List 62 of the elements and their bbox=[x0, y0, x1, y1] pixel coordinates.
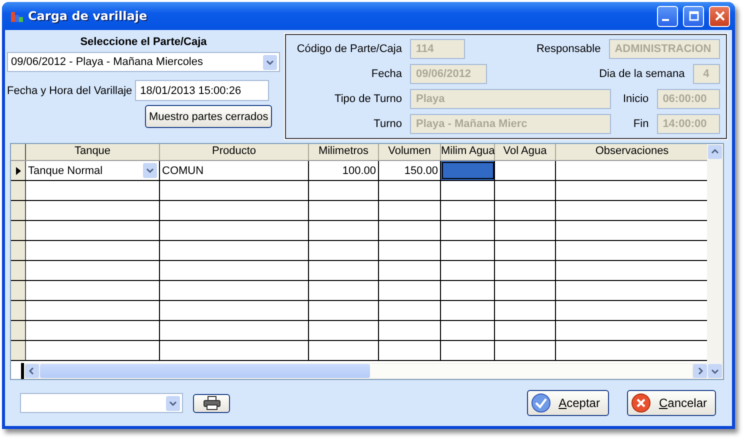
printer-icon bbox=[202, 396, 220, 410]
info-field: 114 bbox=[410, 38, 465, 58]
empty-table-row[interactable] bbox=[11, 261, 707, 281]
column-header[interactable]: Vol Agua bbox=[495, 144, 556, 160]
info-field: 09/06/2012 bbox=[410, 64, 487, 84]
close-icon bbox=[714, 11, 724, 21]
column-header[interactable]: Milim Agua bbox=[441, 144, 495, 160]
info-field: 06:00:00 bbox=[656, 89, 720, 110]
field-label: Inicio bbox=[623, 93, 649, 106]
field-label: Dia de la semana bbox=[599, 68, 685, 80]
column-header[interactable]: Volumen bbox=[379, 144, 441, 160]
bar-chart-icon bbox=[10, 9, 24, 23]
info-field: Playa - Mañana Mierc bbox=[410, 114, 611, 134]
close-icon bbox=[630, 393, 651, 413]
scroll-down-icon[interactable] bbox=[708, 364, 722, 378]
close-button[interactable] bbox=[709, 6, 730, 26]
field-label: Responsable bbox=[536, 42, 601, 54]
window-title: Carga de varillaje bbox=[28, 9, 148, 23]
cancel-button[interactable]: Cancelar bbox=[626, 390, 716, 416]
empty-table-row[interactable] bbox=[11, 281, 707, 301]
info-field: Playa bbox=[410, 89, 611, 110]
datetime-field[interactable]: 18/01/2013 15:00:26 bbox=[135, 80, 270, 101]
table-cell[interactable] bbox=[441, 161, 495, 180]
info-field: ADMINISTRACION bbox=[608, 38, 720, 58]
field-label: Fin bbox=[633, 118, 649, 130]
empty-table-row[interactable] bbox=[11, 301, 707, 321]
column-header[interactable]: Milimetros bbox=[309, 144, 379, 160]
field-label: Turno bbox=[372, 118, 402, 130]
scroll-left-icon[interactable] bbox=[25, 364, 39, 378]
scroll-thumb[interactable] bbox=[40, 364, 370, 378]
field-label: Código de Parte/Caja bbox=[296, 42, 402, 54]
table-cell[interactable]: 100.00 bbox=[309, 161, 379, 180]
scroll-up-icon[interactable] bbox=[708, 145, 722, 159]
horizontal-scrollbar[interactable] bbox=[11, 363, 707, 379]
datetime-label: Fecha y Hora del Varillaje bbox=[7, 84, 132, 96]
info-field: 14:00:00 bbox=[656, 114, 720, 134]
info-field: 4 bbox=[692, 64, 720, 84]
maximize-button[interactable] bbox=[683, 6, 704, 26]
closed-parts-button[interactable]: Muestro partes cerrados bbox=[145, 105, 272, 128]
scroll-right-icon[interactable] bbox=[693, 364, 707, 378]
table-cell[interactable]: Tanque Normal bbox=[26, 161, 160, 180]
checkmark-icon bbox=[530, 393, 551, 413]
section-heading: Seleccione el Parte/Caja bbox=[80, 36, 207, 48]
print-button[interactable] bbox=[193, 394, 230, 412]
empty-table-row[interactable] bbox=[11, 321, 707, 341]
table-cell[interactable]: COMUN bbox=[160, 161, 309, 180]
table-row[interactable]: Tanque Normal COMUN 100.00 150.00 bbox=[11, 161, 707, 181]
empty-table-row[interactable] bbox=[11, 241, 707, 261]
field-label: Fecha bbox=[370, 68, 402, 80]
vertical-scrollbar[interactable] bbox=[707, 144, 723, 379]
minimize-icon bbox=[662, 18, 669, 20]
accept-button[interactable]: Aceptar bbox=[526, 390, 609, 416]
maximize-icon bbox=[688, 11, 698, 21]
empty-table-row[interactable] bbox=[11, 201, 707, 221]
empty-table-row[interactable] bbox=[11, 341, 707, 361]
column-header[interactable]: Producto bbox=[160, 144, 309, 160]
parte-dropdown[interactable]: 09/06/2012 - Playa - Mañana Miercoles bbox=[7, 52, 280, 72]
minimize-button[interactable] bbox=[657, 6, 678, 26]
column-header[interactable]: Tanque bbox=[26, 144, 160, 160]
empty-table-row[interactable] bbox=[11, 181, 707, 201]
field-label: Tipo de Turno bbox=[334, 93, 402, 106]
empty-table-row[interactable] bbox=[11, 221, 707, 241]
